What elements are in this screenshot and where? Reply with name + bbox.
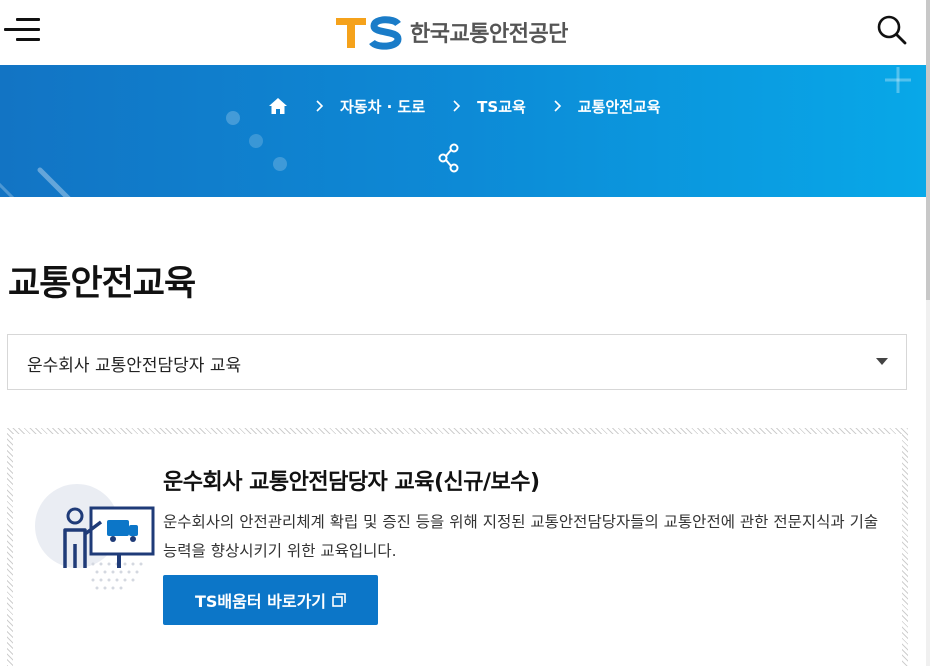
logo-text: 한국교통안전공단 (410, 22, 568, 47)
caret-down-icon (876, 358, 888, 365)
course-card: 운수회사 교통안전담당자 교육(신규/보수) 운수회사의 안전관리체계 확립 및… (7, 428, 908, 666)
ts-learning-link-button[interactable]: TS배움터 바로가기 (163, 575, 378, 625)
chevron-right-icon (554, 100, 561, 112)
site-header: 한국교통안전공단 (0, 0, 926, 65)
share-icon[interactable] (437, 143, 461, 173)
hamburger-menu-icon[interactable] (4, 18, 42, 44)
ts-logo-icon (336, 16, 402, 50)
course-select[interactable]: 운수회사 교통안전담당자 교육 (7, 334, 907, 390)
site-logo[interactable]: 한국교통안전공단 (336, 12, 568, 52)
page: 한국교통안전공단 자동차 · 도로 TS교육 교통안전교육 교통안전교육 운수회… (0, 0, 930, 666)
button-label: TS배움터 바로가기 (194, 592, 327, 611)
course-select-value: 운수회사 교통안전담당자 교육 (27, 356, 242, 376)
page-scrollbar[interactable] (926, 0, 930, 666)
external-link-icon (332, 593, 346, 607)
instructor-illustration-icon (35, 484, 155, 590)
banner-decoration (0, 67, 911, 197)
search-icon[interactable] (876, 14, 908, 46)
home-icon[interactable] (268, 96, 288, 116)
course-card-description: 운수회사의 안전관리체계 확립 및 증진 등을 위해 지정된 교통안전담당자들의… (163, 513, 879, 560)
breadcrumb: 자동차 · 도로 TS교육 교통안전교육 (268, 95, 661, 117)
page-title: 교통안전교육 (8, 264, 196, 304)
page-banner: 자동차 · 도로 TS교육 교통안전교육 (0, 65, 926, 197)
course-card-title: 운수회사 교통안전담당자 교육(신규/보수) (163, 470, 540, 495)
breadcrumb-item[interactable]: 교통안전교육 (578, 96, 661, 117)
breadcrumb-item[interactable]: TS교육 (477, 96, 526, 117)
chevron-right-icon (453, 100, 461, 112)
course-card-body: 운수회사 교통안전담당자 교육(신규/보수) 운수회사의 안전관리체계 확립 및… (13, 434, 902, 666)
breadcrumb-item[interactable]: 자동차 · 도로 (340, 96, 425, 117)
scrollbar-thumb[interactable] (926, 0, 930, 300)
chevron-right-icon (316, 100, 324, 112)
